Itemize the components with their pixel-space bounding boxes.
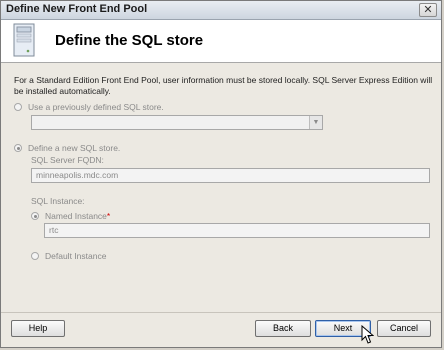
define-new-label: Define a new SQL store.: [28, 143, 121, 153]
page-title: Define the SQL store: [55, 32, 204, 49]
fqdn-field[interactable]: minneapolis.mdc.com: [31, 168, 430, 183]
named-instance-field[interactable]: rtc: [44, 223, 430, 238]
cancel-button[interactable]: Cancel: [377, 320, 431, 337]
title-bar: Define New Front End Pool ✕: [1, 1, 441, 20]
default-instance-option[interactable]: Default Instance: [31, 251, 106, 261]
window-title: Define New Front End Pool: [6, 3, 148, 15]
close-icon[interactable]: ✕: [419, 3, 437, 17]
required-marker: *: [106, 211, 111, 221]
wizard-header: Define the SQL store: [1, 20, 441, 63]
define-new-store-option[interactable]: Define a new SQL store.: [14, 143, 120, 153]
radio-button-define-new[interactable]: [14, 144, 22, 152]
use-existing-label: Use a previously defined SQL store.: [28, 102, 164, 112]
fqdn-label: SQL Server FQDN:: [31, 155, 104, 165]
radio-button-default-instance[interactable]: [31, 252, 39, 260]
chevron-down-icon[interactable]: ▼: [309, 116, 322, 129]
server-icon: [13, 23, 35, 57]
radio-button-named-instance[interactable]: [31, 212, 39, 220]
sql-instance-label: SQL Instance:: [31, 196, 85, 206]
default-instance-label: Default Instance: [45, 251, 107, 261]
help-button[interactable]: Help: [11, 320, 65, 337]
description-text: For a Standard Edition Front End Pool, u…: [14, 75, 433, 96]
back-button[interactable]: Back: [255, 320, 311, 337]
footer-divider: [1, 312, 441, 313]
named-instance-option[interactable]: Named Instance *: [31, 211, 110, 221]
existing-store-dropdown[interactable]: ▼: [31, 115, 323, 130]
named-instance-label: Named Instance: [45, 211, 107, 221]
wizard-window: Define New Front End Pool ✕ Define the S…: [0, 0, 442, 348]
radio-button-use-existing[interactable]: [14, 103, 22, 111]
use-existing-store-option[interactable]: Use a previously defined SQL store.: [14, 102, 164, 112]
mouse-pointer-icon: [361, 325, 374, 344]
